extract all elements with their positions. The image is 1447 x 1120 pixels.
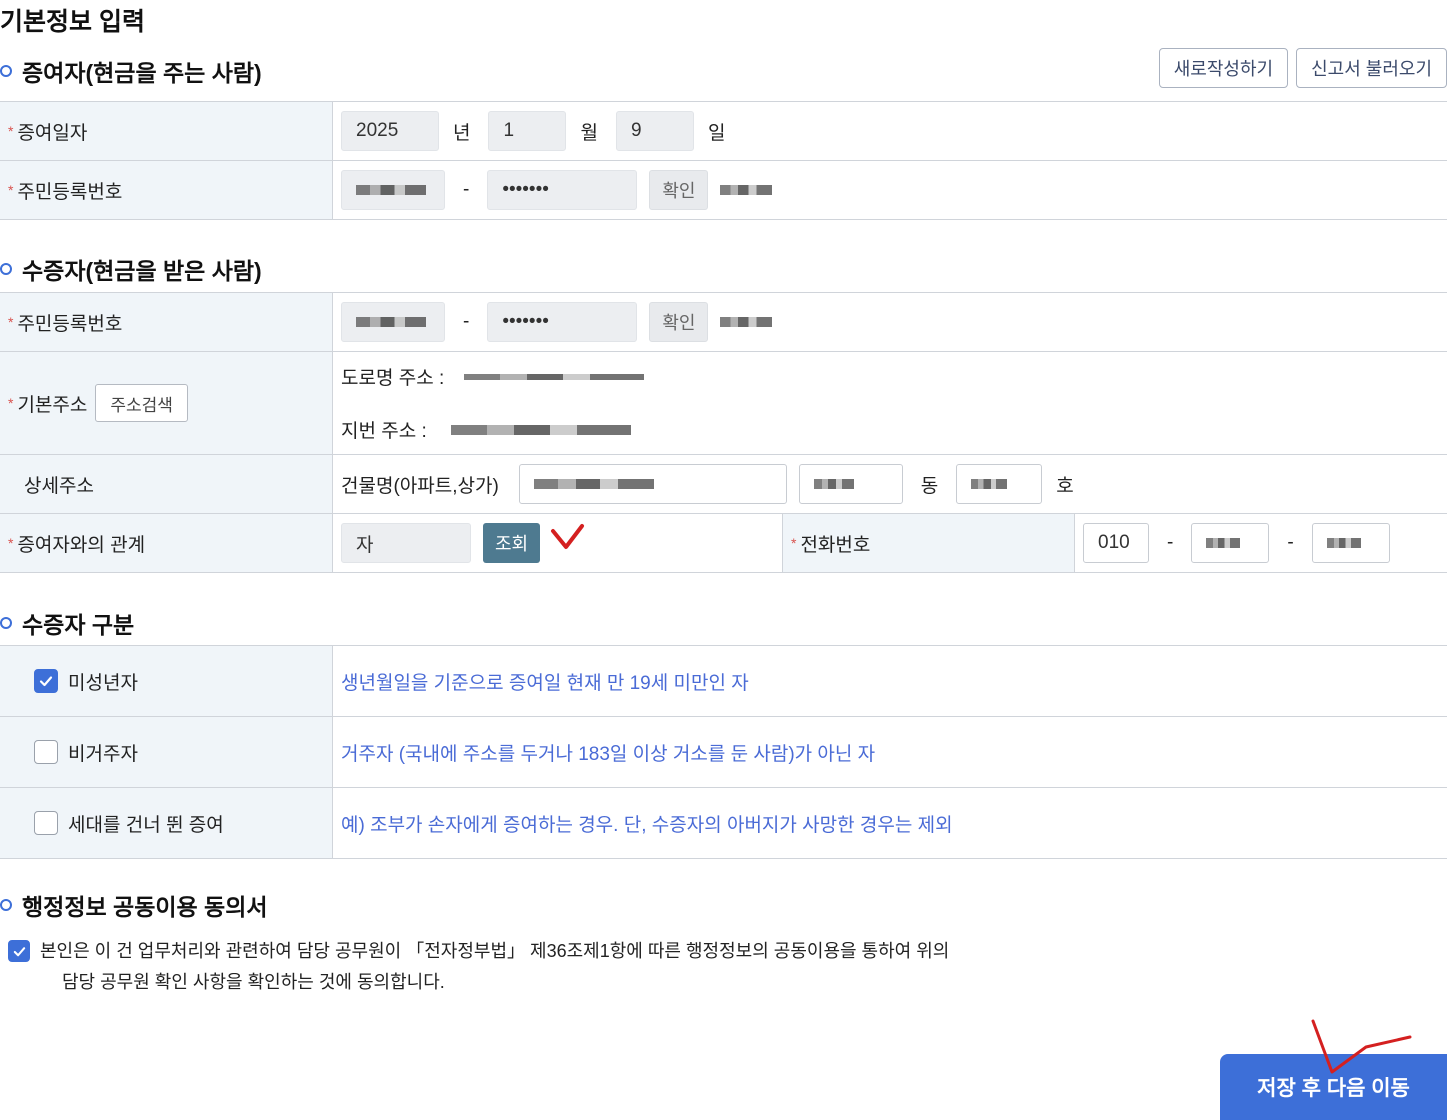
relation-input[interactable]: 자 [341, 523, 471, 563]
non-resident-checkbox[interactable] [34, 740, 58, 764]
circle-bullet-icon [0, 617, 12, 629]
consent-block: 본인은 이 건 업무처리와 관련하여 담당 공무원이 「전자정부법」 제36조제… [8, 936, 949, 998]
donee-rrn-confirm-button[interactable]: 확인 [649, 302, 709, 342]
donee-rrn-row: * 주민등록번호 - ••••••• 확인 [0, 293, 1447, 352]
gift-date-row: * 증여일자 2025 년 1 월 9 일 [0, 102, 1447, 161]
donor-rrn-row: * 주민등록번호 - ••••••• 확인 [0, 161, 1447, 220]
phone-label: * 전화번호 [783, 514, 1075, 572]
new-form-button[interactable]: 새로작성하기 [1158, 48, 1289, 88]
consent-text-line1: 본인은 이 건 업무처리와 관련하여 담당 공무원이 「전자정부법」 제36조제… [40, 941, 950, 961]
donee-section-title: 수증자(현금을 받은 사람) [0, 252, 262, 286]
generation-skip-option[interactable]: 세대를 건너 뛴 증여 [0, 788, 333, 858]
phone-middle-input[interactable] [1191, 523, 1270, 563]
building-name-label: 건물명(아파트,상가) [341, 475, 499, 497]
non-resident-option[interactable]: 비거주자 [0, 717, 333, 787]
donor-rrn-label: * 주민등록번호 [0, 161, 333, 219]
phone-first-input[interactable]: 010 [1083, 523, 1149, 563]
month-unit: 월 [580, 122, 598, 144]
phone-dash: - [1167, 532, 1174, 553]
donor-rrn-confirm-button[interactable]: 확인 [649, 170, 709, 210]
address-label: * 기본주소 주소검색 [0, 352, 333, 454]
dong-unit: 동 [920, 475, 939, 497]
address-row: * 기본주소 주소검색 도로명 주소 : 지번 주소 : [0, 352, 1447, 455]
road-address: 도로명 주소 : [341, 363, 645, 390]
checkmark-icon [13, 946, 25, 956]
rrn-dash: - [463, 311, 470, 332]
donor-section-title: 증여자(현금을 주는 사람) [0, 54, 262, 88]
relation-label: * 증여자와의 관계 [0, 514, 333, 572]
donee-rrn-label: * 주민등록번호 [0, 293, 333, 351]
donee-type-section-title: 수증자 구분 [0, 606, 134, 640]
road-address-label: 도로명 주소 : [341, 368, 445, 389]
phone-last-input[interactable] [1311, 523, 1390, 563]
relation-lookup-button[interactable]: 조회 [483, 523, 541, 563]
generation-skip-checkbox[interactable] [34, 811, 58, 835]
consent-text-line2: 담당 공무원 확인 사항을 확인하는 것에 동의합니다. [62, 972, 445, 992]
minor-label: 미성년자 [68, 672, 138, 694]
consent-section-label: 행정정보 공동이용 동의서 [22, 894, 268, 920]
generation-skip-label: 세대를 건너 뛴 증여 [68, 814, 224, 836]
gift-day-input[interactable]: 9 [615, 111, 694, 151]
building-name-input[interactable] [518, 464, 787, 504]
jibun-address: 지번 주소 : [341, 416, 631, 443]
road-address-redacted [464, 373, 645, 380]
page-title: 기본정보 입력 [0, 8, 145, 36]
donor-table: * 증여일자 2025 년 1 월 9 일 * 주민등록번호 - ••••••• 확… [0, 101, 1447, 220]
donor-section-label: 증여자(현금을 주는 사람) [22, 60, 262, 86]
gift-month-input[interactable]: 1 [488, 111, 567, 151]
top-buttons: 새로작성하기 신고서 불러오기 [1158, 48, 1447, 88]
donee-type-table: 미성년자 생년월일을 기준으로 증여일 현재 만 19세 미만인 자 비거주자 … [0, 645, 1447, 859]
ho-input[interactable] [956, 464, 1043, 504]
donee-name-redacted [720, 317, 773, 327]
circle-bullet-icon [0, 899, 12, 911]
non-resident-label: 비거주자 [68, 743, 138, 765]
jibun-address-redacted [450, 424, 631, 435]
non-resident-description: 거주자 (국내에 주소를 두거나 183일 이상 거소를 둔 사람)가 아닌 자 [341, 743, 876, 765]
minor-checkbox[interactable] [34, 669, 58, 693]
relation-row: * 증여자와의 관계 자 조회 * 전화번호 010 - - [0, 514, 1447, 573]
dong-input[interactable] [798, 464, 903, 504]
donor-rrn-back-input[interactable]: ••••••• [487, 170, 638, 210]
save-and-next-button[interactable]: 저장 후 다음 이동 [1220, 1054, 1447, 1120]
detail-address-label: 상세주소 [0, 455, 333, 513]
ho-unit: 호 [1056, 475, 1074, 497]
rrn-dash: - [463, 179, 470, 200]
load-return-button[interactable]: 신고서 불러오기 [1296, 48, 1447, 88]
jibun-address-label: 지번 주소 : [341, 421, 427, 442]
gift-date-label: * 증여일자 [0, 102, 333, 160]
phone-dash: - [1287, 532, 1294, 553]
address-search-button[interactable]: 주소검색 [95, 384, 188, 422]
donee-type-section-label: 수증자 구분 [22, 612, 135, 638]
donor-name-redacted [720, 185, 773, 195]
donee-section-label: 수증자(현금을 받은 사람) [22, 258, 262, 284]
detail-address-row: 상세주소 건물명(아파트,상가) 동 호 [0, 455, 1447, 514]
minor-option[interactable]: 미성년자 [0, 646, 333, 716]
year-unit: 년 [453, 122, 471, 144]
donee-type-row: 비거주자 거주자 (국내에 주소를 두거나 183일 이상 거소를 둔 사람)가… [0, 717, 1447, 788]
day-unit: 일 [707, 122, 726, 144]
circle-bullet-icon [0, 65, 12, 77]
donee-type-row: 미성년자 생년월일을 기준으로 증여일 현재 만 19세 미만인 자 [0, 646, 1447, 717]
donor-rrn-front-input[interactable] [341, 170, 445, 210]
consent-checkbox[interactable] [8, 940, 30, 962]
donee-table: * 주민등록번호 - ••••••• 확인 * 기본주소 주소검색 도로명 주소 :… [0, 292, 1447, 573]
gift-year-input[interactable]: 2025 [341, 111, 439, 151]
minor-description: 생년월일을 기준으로 증여일 현재 만 19세 미만인 자 [341, 672, 749, 694]
consent-section-title: 행정정보 공동이용 동의서 [0, 888, 268, 922]
donee-rrn-back-input[interactable]: ••••••• [487, 302, 638, 342]
checkmark-icon [39, 676, 53, 687]
generation-skip-description: 예) 조부가 손자에게 증여하는 경우. 단, 수증자의 아버지가 사망한 경우… [341, 814, 953, 836]
circle-bullet-icon [0, 263, 12, 275]
donee-type-row: 세대를 건너 뛴 증여 예) 조부가 손자에게 증여하는 경우. 단, 수증자의… [0, 788, 1447, 859]
donee-rrn-front-input[interactable] [341, 302, 445, 342]
